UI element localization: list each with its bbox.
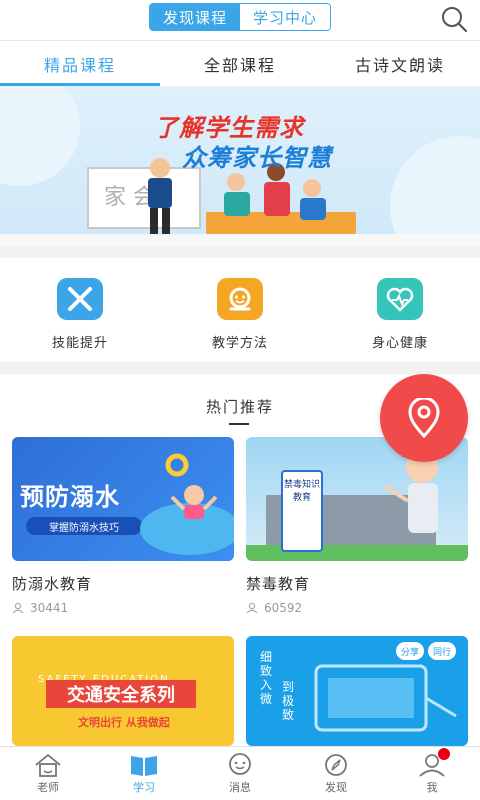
segment-learning-center[interactable]: 学习中心: [240, 4, 330, 30]
app-screen: 发现课程 学习中心 精品课程 全部课程 古诗文朗读 家 会 了解学生需求 众筹家…: [0, 0, 480, 800]
category-skill[interactable]: 技能提升: [0, 258, 160, 362]
thumbnail-subtitle: 文明出行 从我做起: [78, 716, 170, 729]
course-meta: 60592: [246, 601, 468, 615]
swimmer-illustration: [140, 453, 234, 555]
category-row: 技能提升 教学方法 身心健康: [0, 258, 480, 362]
nav-teacher[interactable]: 老师: [0, 747, 96, 800]
location-pin-icon: [408, 398, 440, 438]
course-title: 防溺水教育: [12, 575, 93, 593]
category-label: 教学方法: [211, 336, 268, 351]
banner-headline-2: 众筹家长智慧: [182, 144, 332, 172]
bottom-nav: 老师 学习 消息 发现 我: [0, 746, 480, 800]
nav-label: 消息: [229, 780, 251, 794]
tab-featured-courses[interactable]: 精品课程: [0, 41, 160, 86]
location-fab[interactable]: [380, 374, 468, 462]
category-label: 技能提升: [51, 336, 108, 351]
tab-bar: 精品课程 全部课程 古诗文朗读: [0, 40, 480, 86]
nav-label: 我: [426, 780, 438, 794]
board-text: 家 会: [104, 185, 155, 210]
nav-label: 老师: [37, 780, 59, 794]
book-icon: [131, 755, 157, 776]
top-bar: 发现课程 学习中心: [0, 0, 480, 40]
course-card[interactable]: 分享 同行 细致入微 到极致: [246, 636, 468, 746]
segment-control: 发现课程 学习中心: [149, 3, 331, 31]
compass-icon: [325, 753, 347, 776]
title-underline: [229, 423, 249, 425]
thumbnail-title: 交通安全系列: [46, 680, 196, 708]
course-thumbnail: 分享 同行 细致入微 到极致: [246, 636, 468, 746]
nav-messages[interactable]: 消息: [192, 747, 288, 800]
view-count: 60592: [264, 601, 303, 615]
teaching-icon: [217, 278, 263, 320]
category-health[interactable]: 身心健康: [320, 258, 480, 362]
tab-all-courses[interactable]: 全部课程: [160, 41, 320, 86]
device-illustration: [314, 664, 457, 732]
skill-icon: [57, 278, 103, 320]
segment-discover-courses[interactable]: 发现课程: [150, 4, 240, 30]
user-icon: [246, 602, 258, 614]
course-thumbnail: SAFETY EDUCATION 交通安全系列 文明出行 从我做起: [12, 636, 234, 746]
course-card[interactable]: SAFETY EDUCATION 交通安全系列 文明出行 从我做起: [12, 636, 234, 746]
course-thumbnail: 预防溺水 掌握防溺水技巧: [12, 437, 234, 561]
notification-badge: [438, 748, 450, 760]
house-icon: [35, 753, 61, 777]
course-card[interactable]: 预防溺水 掌握防溺水技巧 防溺水教育 30441: [12, 437, 234, 615]
health-icon: [377, 278, 423, 320]
banner[interactable]: 家 会 了解学生需求 众筹家长智慧: [0, 86, 480, 246]
course-title: 禁毒教育: [246, 575, 311, 593]
tab-classic-poetry-reading[interactable]: 古诗文朗读: [320, 41, 480, 86]
category-teaching[interactable]: 教学方法: [160, 258, 320, 362]
nav-study[interactable]: 学习: [96, 747, 192, 800]
nav-label: 学习: [133, 780, 155, 794]
search-icon[interactable]: [440, 5, 468, 33]
course-card[interactable]: 禁毒知识教育 禁毒教育 60592: [246, 437, 468, 615]
course-meta: 30441: [12, 601, 234, 615]
category-label: 身心健康: [371, 336, 428, 351]
nav-discover[interactable]: 发现: [288, 747, 384, 800]
user-icon: [12, 602, 24, 614]
nav-me[interactable]: 我: [384, 747, 480, 800]
thumbnail-title: 禁毒知识教育: [284, 480, 321, 503]
view-count: 30441: [30, 601, 69, 615]
nav-label: 发现: [325, 780, 347, 794]
message-icon: [229, 752, 251, 775]
